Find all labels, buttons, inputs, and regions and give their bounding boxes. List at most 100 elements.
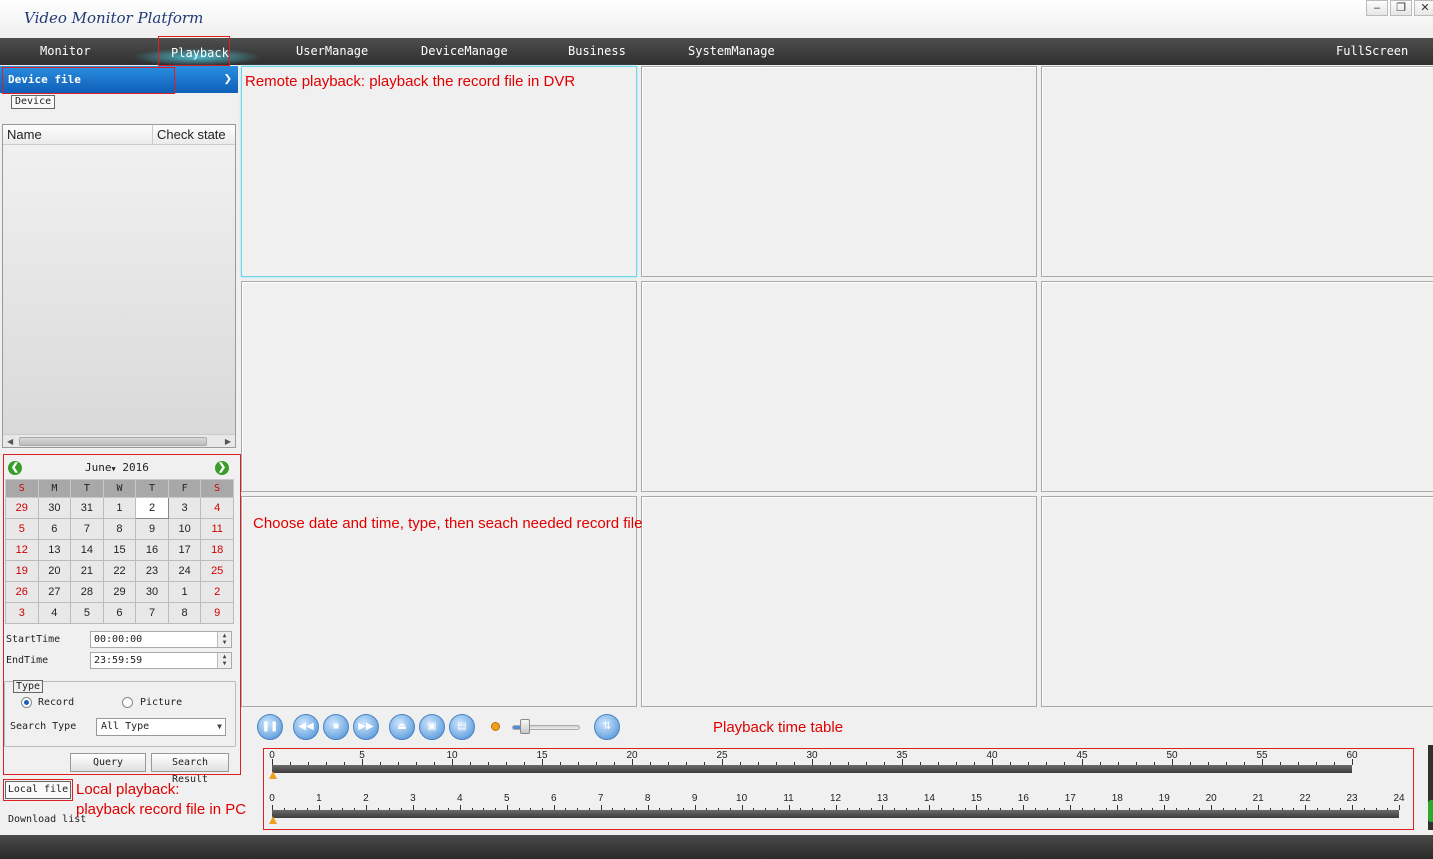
calendar-day[interactable]: 7 <box>135 602 169 624</box>
prev-month-icon[interactable]: ❮ <box>8 461 22 475</box>
calendar-day[interactable]: 10 <box>167 518 202 540</box>
calendar-day[interactable]: 23 <box>135 560 169 582</box>
calendar-day[interactable]: 11 <box>200 518 234 540</box>
calendar-day[interactable]: 9 <box>200 602 234 624</box>
eject-icon[interactable]: ⏏ <box>389 714 415 740</box>
end-time-field[interactable]: 23:59:59 ▲ ▼ <box>90 652 232 669</box>
calendar-day[interactable]: 28 <box>70 581 104 603</box>
calendar-day[interactable]: 3 <box>167 497 202 519</box>
calendar-day[interactable]: 18 <box>200 539 234 561</box>
calendar-day[interactable]: 27 <box>37 581 72 603</box>
calendar-day[interactable]: 6 <box>102 602 137 624</box>
calendar-day[interactable]: 2 <box>135 497 169 519</box>
volume-slider-thumb[interactable] <box>520 719 530 734</box>
calendar-day[interactable]: 26 <box>5 581 39 603</box>
scroll-right-icon[interactable]: ▶ <box>225 435 231 448</box>
calendar-day[interactable]: 16 <box>135 539 169 561</box>
calendar-day[interactable]: 29 <box>5 497 39 519</box>
scrollbar-thumb[interactable] <box>19 437 207 446</box>
video-cell-3[interactable] <box>1041 66 1433 277</box>
search-result-button[interactable]: Search Result <box>151 753 229 785</box>
search-type-select[interactable]: All Type ▼ <box>96 718 226 736</box>
start-time-field[interactable]: 00:00:00 ▲ ▼ <box>90 631 232 648</box>
calendar-day[interactable]: 30 <box>37 497 72 519</box>
calendar-day[interactable]: 29 <box>102 581 137 603</box>
menu-fullscreen[interactable]: FullScreen <box>1336 38 1408 65</box>
video-cell-2[interactable] <box>641 66 1037 277</box>
calendar-day[interactable]: 4 <box>37 602 72 624</box>
calendar-day[interactable]: 8 <box>167 602 202 624</box>
calendar-day[interactable]: 8 <box>102 518 137 540</box>
video-cell-1[interactable] <box>241 66 637 277</box>
save-disk-icon[interactable]: ▤ <box>449 714 475 740</box>
download-list-tab[interactable]: Download list <box>8 814 86 825</box>
record-radio[interactable] <box>21 697 32 708</box>
column-name[interactable]: Name <box>3 125 153 145</box>
column-check-state[interactable]: Check state <box>153 125 235 145</box>
calendar-day[interactable]: 19 <box>5 560 39 582</box>
menu-business[interactable]: Business <box>568 38 626 65</box>
menu-devicemanage[interactable]: DeviceManage <box>421 38 508 65</box>
query-button[interactable]: Query <box>70 753 146 772</box>
calendar-day[interactable]: 15 <box>102 539 137 561</box>
calendar-day[interactable]: 3 <box>5 602 39 624</box>
calendar-day[interactable]: 6 <box>37 518 72 540</box>
local-file-tab[interactable]: Local file <box>5 781 71 799</box>
calendar-day[interactable]: 5 <box>70 602 104 624</box>
device-tab[interactable]: Device <box>11 95 56 109</box>
stop-icon[interactable]: ■ <box>323 714 349 740</box>
end-time-spinner[interactable]: ▲ ▼ <box>217 653 231 668</box>
calendar-day[interactable]: 21 <box>70 560 104 582</box>
sync-settings-icon[interactable]: ⇅ <box>594 714 620 740</box>
calendar-day[interactable]: 5 <box>5 518 39 540</box>
calendar-day[interactable]: 24 <box>167 560 202 582</box>
menu-usermanage[interactable]: UserManage <box>296 38 368 65</box>
next-month-icon[interactable]: ❯ <box>215 461 229 475</box>
calendar-day[interactable]: 13 <box>37 539 72 561</box>
calendar-day[interactable]: 17 <box>167 539 202 561</box>
menu-monitor[interactable]: Monitor <box>40 38 91 65</box>
hour-timeline-bar[interactable] <box>272 810 1399 818</box>
chevron-down-icon[interactable]: ▼ <box>217 719 222 735</box>
chevron-right-icon[interactable]: ❯ <box>224 66 232 93</box>
horizontal-scrollbar[interactable]: ◀ ▶ <box>3 434 235 447</box>
scroll-left-icon[interactable]: ◀ <box>7 435 13 448</box>
calendar-title[interactable]: June▼ 2016 <box>85 461 149 474</box>
record-label[interactable]: Record <box>38 697 74 708</box>
minute-timeline-bar[interactable] <box>272 765 1352 773</box>
calendar-year[interactable]: 2016 <box>122 461 149 474</box>
picture-label[interactable]: Picture <box>140 697 182 708</box>
calendar-day[interactable]: 31 <box>70 497 104 519</box>
month-dropdown-icon[interactable]: ▼ <box>112 465 116 473</box>
menu-systemmanage[interactable]: SystemManage <box>688 38 775 65</box>
restore-button[interactable]: ❐ <box>1390 0 1412 16</box>
pause-icon[interactable]: ❚❚ <box>257 714 283 740</box>
device-file-header[interactable]: Device file ❯ <box>0 66 238 93</box>
calendar-day[interactable]: 9 <box>135 518 169 540</box>
calendar-day[interactable]: 2 <box>200 581 234 603</box>
picture-radio[interactable] <box>122 697 133 708</box>
close-button[interactable]: ✕ <box>1414 0 1433 16</box>
calendar-day[interactable]: 4 <box>200 497 234 519</box>
fast-forward-icon[interactable]: ▶▶ <box>353 714 379 740</box>
start-time-spinner[interactable]: ▲ ▼ <box>217 632 231 647</box>
calendar-day[interactable]: 7 <box>70 518 104 540</box>
video-cell-6[interactable] <box>1041 281 1433 492</box>
device-list[interactable]: Name Check state ◀ ▶ <box>2 124 236 448</box>
calendar-day[interactable]: 25 <box>200 560 234 582</box>
video-cell-5[interactable] <box>641 281 1037 492</box>
snapshot-camera-icon[interactable]: ▣ <box>419 714 445 740</box>
calendar-month[interactable]: June <box>85 461 112 474</box>
calendar-day[interactable]: 22 <box>102 560 137 582</box>
calendar-day[interactable]: 1 <box>167 581 202 603</box>
calendar-day[interactable]: 1 <box>102 497 137 519</box>
calendar-day[interactable]: 12 <box>5 539 39 561</box>
video-cell-8[interactable] <box>641 496 1037 707</box>
rewind-icon[interactable]: ◀◀ <box>293 714 319 740</box>
calendar-day[interactable]: 14 <box>70 539 104 561</box>
menu-playback[interactable]: Playback <box>171 40 229 67</box>
video-cell-9[interactable] <box>1041 496 1433 707</box>
calendar-day[interactable]: 30 <box>135 581 169 603</box>
video-cell-4[interactable] <box>241 281 637 492</box>
minimize-button[interactable]: – <box>1366 0 1388 16</box>
